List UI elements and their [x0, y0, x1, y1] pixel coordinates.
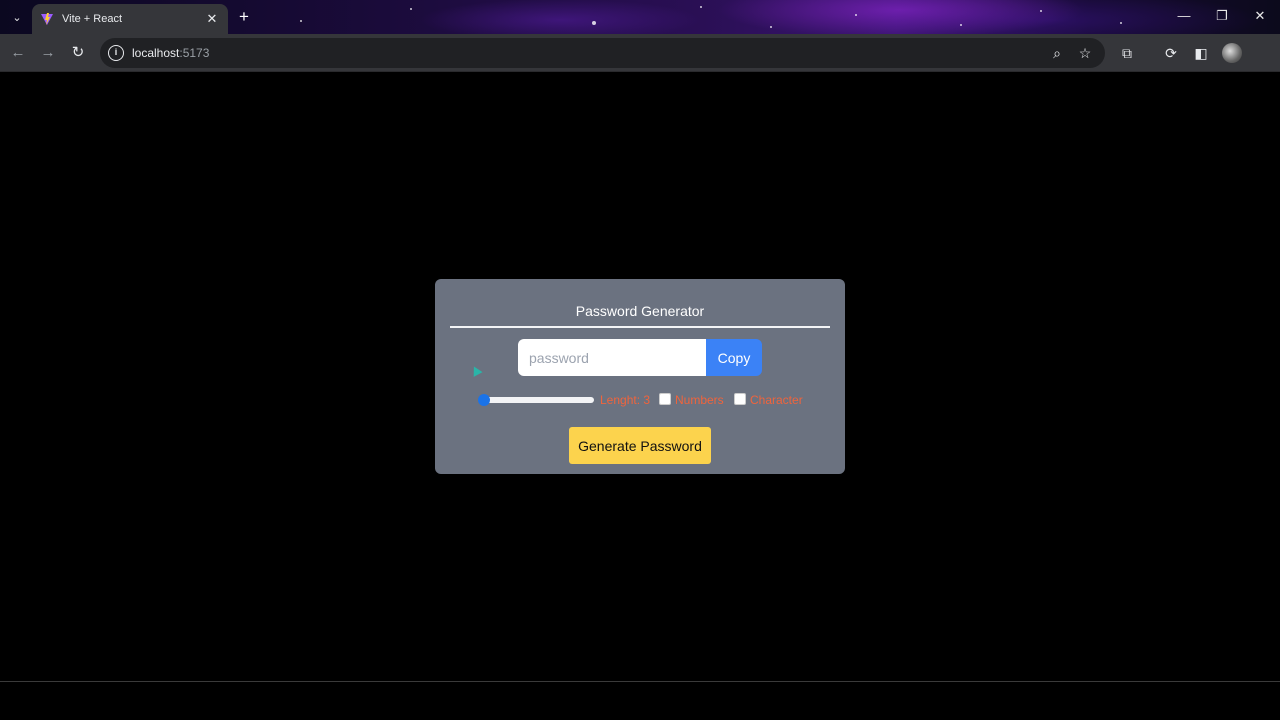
character-label: Character: [750, 393, 803, 407]
star-decoration: [410, 8, 412, 10]
title-divider: [450, 326, 830, 328]
star-decoration: [700, 6, 702, 8]
generate-password-button[interactable]: Generate Password: [569, 427, 711, 464]
side-panel-icon[interactable]: ◧: [1192, 44, 1210, 62]
slider-track: [482, 397, 594, 403]
vite-logo-icon: [41, 13, 53, 25]
close-icon[interactable]: ✕: [204, 11, 220, 27]
sync-icon[interactable]: ⟳: [1162, 44, 1180, 62]
browser-tab[interactable]: Vite + React ✕: [32, 4, 228, 34]
page-title: Password Generator: [575, 303, 705, 319]
star-decoration: [855, 14, 857, 16]
puzzle-icon[interactable]: ⧉: [1118, 44, 1136, 62]
address-bar[interactable]: i localhost :5173 ⌕ ☆: [100, 38, 1105, 68]
chevron-down-icon: ⌄: [12, 11, 22, 24]
password-input[interactable]: [518, 339, 706, 376]
star-decoration: [300, 20, 302, 22]
numbers-label: Numbers: [675, 393, 724, 407]
star-decoration: [1120, 22, 1122, 24]
star-decoration: [770, 26, 772, 28]
slider-thumb[interactable]: [478, 394, 490, 406]
numbers-checkbox[interactable]: [659, 393, 671, 405]
length-label: Lenght: 3: [600, 393, 651, 407]
zoom-icon[interactable]: ⌕: [1048, 45, 1066, 62]
arrow-left-icon[interactable]: ←: [8, 43, 28, 63]
info-icon[interactable]: i: [108, 45, 124, 61]
browser-tabstrip: ⌄ Vite + React ✕ + — ❐ ✕: [0, 0, 1280, 34]
star-decoration: [592, 21, 596, 25]
close-window-icon[interactable]: ✕: [1250, 8, 1270, 24]
avatar[interactable]: [1222, 43, 1242, 63]
tab-title: Vite + React: [62, 13, 123, 25]
length-slider[interactable]: [478, 394, 596, 406]
password-generator-card: Password Generator Copy Lenght: 3 Number…: [435, 279, 845, 474]
browser-toolbar: ← → ↻ i localhost :5173 ⌕ ☆ ⧉ ⟳ ◧: [0, 34, 1280, 72]
character-checkbox[interactable]: [734, 393, 746, 405]
maximize-icon[interactable]: ❐: [1212, 8, 1232, 24]
url-host: localhost: [132, 46, 180, 60]
new-tab-button[interactable]: +: [234, 7, 254, 27]
star-decoration: [960, 24, 962, 26]
star-icon[interactable]: ☆: [1076, 45, 1094, 62]
arrow-right-icon[interactable]: →: [38, 43, 58, 63]
tab-search-button[interactable]: ⌄: [6, 7, 28, 27]
copy-button[interactable]: Copy: [706, 339, 762, 376]
reload-icon[interactable]: ↻: [68, 43, 88, 63]
bottom-divider: [0, 681, 1280, 682]
minimize-icon[interactable]: —: [1174, 8, 1194, 23]
plus-icon: +: [239, 7, 249, 26]
star-decoration: [1040, 10, 1042, 12]
url-port: :5173: [179, 46, 210, 60]
